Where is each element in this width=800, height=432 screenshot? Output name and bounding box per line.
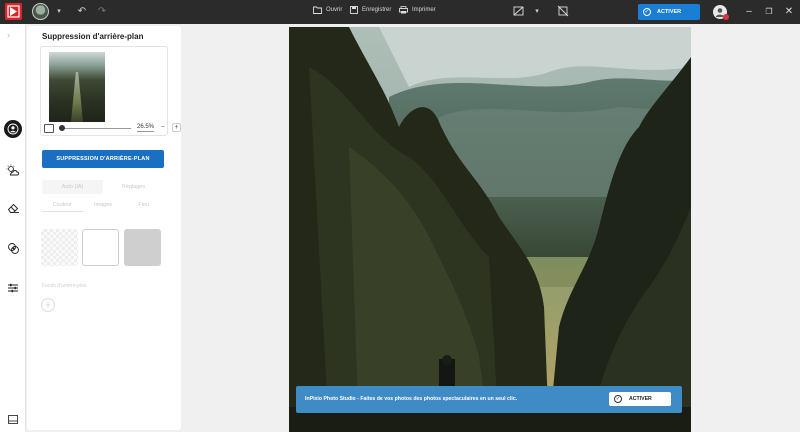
- weather-icon[interactable]: [5, 162, 21, 178]
- zoom-slider-track[interactable]: [61, 128, 131, 129]
- promo-banner: InPixio Photo Studio - Faites de vos pho…: [296, 386, 682, 413]
- open-label: Ouvrir: [326, 7, 343, 13]
- mode-tabs: Auto (IA) Réglages: [42, 180, 164, 194]
- tab-blur[interactable]: Flou: [123, 198, 164, 212]
- tab-color[interactable]: Couleur: [42, 198, 83, 212]
- zoom-slider-thumb[interactable]: [59, 125, 65, 131]
- print-icon: [399, 6, 408, 14]
- folder-icon: [313, 6, 322, 14]
- zoom-value[interactable]: 26.5%: [137, 124, 155, 132]
- crop-toggle-icon[interactable]: [556, 5, 570, 19]
- compare-dropdown-icon[interactable]: ▾: [530, 5, 544, 19]
- transparent-swatch[interactable]: [41, 229, 78, 266]
- tab-auto-ai[interactable]: Auto (IA): [42, 180, 103, 194]
- activate-button[interactable]: ✓ ACTIVER: [638, 4, 700, 20]
- fit-to-screen-icon[interactable]: [44, 124, 54, 133]
- white-swatch[interactable]: [82, 229, 119, 266]
- banner-activate-label: ACTIVER: [629, 396, 652, 402]
- eraser-icon[interactable]: [5, 200, 21, 216]
- restore-icon[interactable]: ❐: [762, 5, 776, 19]
- tool-rail: ›: [0, 24, 26, 432]
- background-type-tabs: Couleur Images Flou: [42, 198, 164, 212]
- banner-activate-button[interactable]: ✓ ACTIVER: [609, 392, 671, 406]
- activate-label: ACTIVER: [657, 9, 682, 15]
- minimize-icon[interactable]: –: [742, 5, 756, 19]
- custom-backgrounds-label: Fonds d'arrière-plan: [42, 283, 87, 289]
- tab-settings[interactable]: Réglages: [103, 180, 164, 194]
- gray-swatch[interactable]: [124, 229, 161, 266]
- photo-profile-icon[interactable]: [32, 3, 49, 20]
- title-bar: ▾ ↶ ↷ Ouvrir Enregistrer Imprimer ▾ ✓ AC…: [0, 0, 800, 24]
- save-label: Enregistrer: [362, 7, 392, 13]
- app-logo-icon[interactable]: [5, 3, 22, 20]
- canvas-image[interactable]: [289, 27, 691, 432]
- save-button[interactable]: Enregistrer: [350, 6, 391, 14]
- tab-images[interactable]: Images: [83, 198, 124, 212]
- check-circle-icon: ✓: [643, 8, 651, 16]
- remove-background-button[interactable]: SUPPRESSION D'ARRIÈRE-PLAN: [42, 150, 164, 168]
- adjustments-icon[interactable]: [5, 280, 21, 296]
- zoom-in-icon[interactable]: +: [172, 123, 181, 132]
- chevron-down-icon[interactable]: ▾: [52, 5, 66, 19]
- undo-icon[interactable]: ↶: [75, 5, 89, 19]
- open-button[interactable]: Ouvrir: [313, 6, 342, 14]
- background-swatches: [41, 229, 165, 267]
- preview-thumbnail[interactable]: [49, 52, 105, 122]
- add-background-button[interactable]: +: [41, 298, 55, 312]
- print-label: Imprimer: [412, 7, 436, 13]
- panel-title: Suppression d'arrière-plan: [42, 32, 144, 41]
- expand-chevron-icon[interactable]: ›: [7, 30, 10, 40]
- promo-text: InPixio Photo Studio - Faites de vos pho…: [305, 396, 518, 402]
- close-icon[interactable]: ✕: [782, 5, 796, 19]
- redo-icon[interactable]: ↷: [95, 5, 109, 19]
- effects-icon[interactable]: [5, 240, 21, 256]
- save-icon: [350, 6, 358, 14]
- gallery-icon[interactable]: [5, 411, 21, 427]
- user-icon[interactable]: [713, 5, 729, 20]
- forest-photo: [289, 27, 691, 432]
- notification-dot: [723, 14, 729, 20]
- portrait-icon[interactable]: [4, 120, 22, 138]
- remove-background-label: SUPPRESSION D'ARRIÈRE-PLAN: [56, 156, 150, 162]
- print-button[interactable]: Imprimer: [399, 6, 436, 14]
- zoom-controls: 26.5% – +: [44, 123, 181, 135]
- check-circle-icon: ✓: [614, 395, 622, 403]
- zoom-out-icon[interactable]: –: [161, 123, 165, 130]
- compare-icon[interactable]: [512, 5, 526, 19]
